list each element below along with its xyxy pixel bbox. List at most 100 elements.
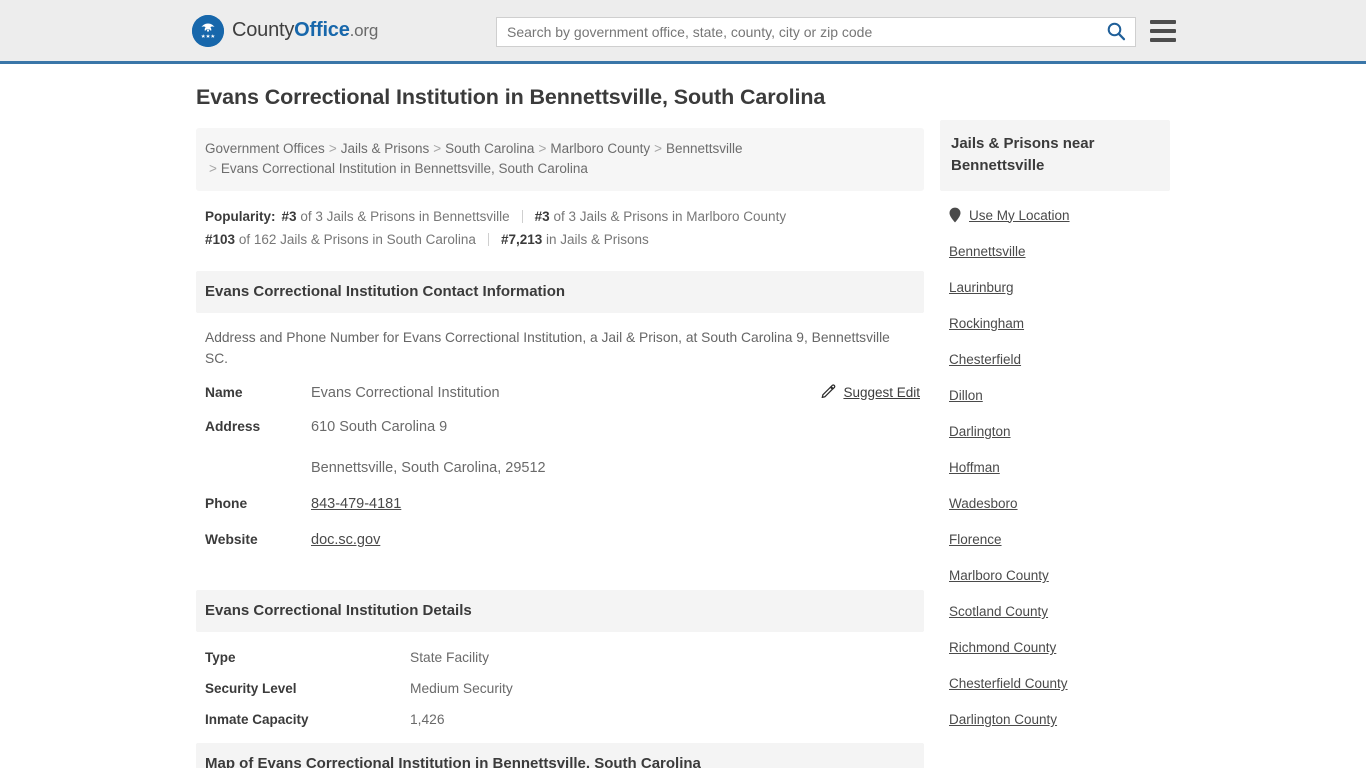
details-table: Type State Facility Security Level Mediu… <box>196 650 924 727</box>
breadcrumb-current: Evans Correctional Institution in Bennet… <box>220 161 588 176</box>
popularity-text: of 162 Jails & Prisons in South Carolina <box>238 232 476 247</box>
popularity-text: in Jails & Prisons <box>546 232 649 247</box>
site-header: CountyOffice.org <box>0 0 1366 64</box>
popularity-rank: #7,213 <box>500 232 543 247</box>
breadcrumb-separator: > <box>328 141 337 156</box>
search-bar[interactable] <box>496 17 1136 47</box>
suggest-edit-button[interactable]: Suggest Edit <box>821 383 920 401</box>
popularity-divider <box>487 233 489 246</box>
contact-label-name: Name <box>205 385 243 400</box>
sidebar-item-florence[interactable]: Florence <box>949 532 1170 547</box>
popularity-item-3: #103 of 162 Jails & Prisons in South Car… <box>205 232 476 247</box>
popularity-divider <box>521 210 523 223</box>
hamburger-menu-icon[interactable] <box>1150 20 1176 42</box>
sidebar-item-laurinburg[interactable]: Laurinburg <box>949 280 1170 295</box>
sidebar-item-bennettsville[interactable]: Bennettsville <box>949 244 1170 259</box>
sidebar-list: Use My Location Bennettsville Laurinburg… <box>940 207 1170 728</box>
popularity-rank: #103 <box>205 232 236 247</box>
website-link[interactable]: doc.sc.gov <box>311 532 380 548</box>
breadcrumb-item-bennettsville[interactable]: Bennettsville <box>666 141 743 156</box>
sidebar-item-chesterfield-county[interactable]: Chesterfield County <box>949 676 1170 691</box>
contact-section-header: Evans Correctional Institution Contact I… <box>196 271 924 313</box>
site-logo-text: CountyOffice.org <box>232 19 378 42</box>
sidebar-link[interactable]: Marlboro County <box>949 568 1049 583</box>
sidebar-item-wadesboro[interactable]: Wadesboro <box>949 496 1170 511</box>
map-pin-icon <box>949 207 961 223</box>
sidebar-link[interactable]: Bennettsville <box>949 244 1026 259</box>
sidebar-item-darlington-county[interactable]: Darlington County <box>949 712 1170 727</box>
breadcrumb-separator: > <box>654 141 663 156</box>
sidebar-link[interactable]: Laurinburg <box>949 280 1014 295</box>
breadcrumb-separator: > <box>433 141 442 156</box>
details-row-security-level: Security Level Medium Security <box>205 681 924 696</box>
contact-row-phone: Phone 843-479-4181 <box>205 494 924 514</box>
details-row-type: Type State Facility <box>205 650 924 665</box>
sidebar-item-hoffman[interactable]: Hoffman <box>949 460 1170 475</box>
hamburger-bar <box>1150 29 1176 33</box>
breadcrumb-item-marlboro-county[interactable]: Marlboro County <box>550 141 650 156</box>
popularity-block: Popularity: #3 of 3 Jails & Prisons in Be… <box>196 205 924 251</box>
use-my-location-link[interactable]: Use My Location <box>969 208 1070 223</box>
contact-value-name: Evans Correctional Institution <box>311 385 500 401</box>
contact-value-address: 610 South Carolina 9 Bennettsville, Sout… <box>311 417 546 478</box>
sidebar-link[interactable]: Hoffman <box>949 460 1000 475</box>
search-icon <box>1106 21 1126 44</box>
sidebar-link[interactable]: Rockingham <box>949 316 1024 331</box>
sidebar: Jails & Prisons near Bennettsville Use M… <box>940 120 1170 748</box>
page-title: Evans Correctional Institution in Bennet… <box>196 85 826 109</box>
phone-link[interactable]: 843-479-4181 <box>311 496 401 512</box>
sidebar-link[interactable]: Florence <box>949 532 1002 547</box>
edit-pencil-icon <box>821 383 836 401</box>
contact-row-name: Name Evans Correctional Institution <box>205 383 924 403</box>
contact-value-website: doc.sc.gov <box>311 530 380 550</box>
details-value-security-level: Medium Security <box>410 681 513 696</box>
logo-text-office: Office <box>294 19 350 41</box>
details-label-type: Type <box>205 650 236 665</box>
sidebar-item-marlboro-county[interactable]: Marlboro County <box>949 568 1170 583</box>
sidebar-link[interactable]: Chesterfield County <box>949 676 1068 691</box>
sidebar-link[interactable]: Chesterfield <box>949 352 1021 367</box>
popularity-rank: #3 <box>281 209 297 224</box>
suggest-edit-label: Suggest Edit <box>843 384 920 400</box>
contact-row-website: Website doc.sc.gov <box>205 530 924 550</box>
contact-info-table: Suggest Edit Name Evans Correctional Ins… <box>196 383 924 550</box>
sidebar-item-dillon[interactable]: Dillon <box>949 388 1170 403</box>
main-content: Evans Correctional Institution in Bennet… <box>196 85 924 768</box>
sidebar-link[interactable]: Scotland County <box>949 604 1048 619</box>
sidebar-link[interactable]: Richmond County <box>949 640 1056 655</box>
details-section-header: Evans Correctional Institution Details <box>196 590 924 632</box>
breadcrumb-separator: > <box>538 141 547 156</box>
breadcrumb-item-jails-prisons[interactable]: Jails & Prisons <box>341 141 430 156</box>
sidebar-link[interactable]: Wadesboro <box>949 496 1018 511</box>
details-label-security-level: Security Level <box>205 681 297 696</box>
sidebar-link[interactable]: Darlington <box>949 424 1011 439</box>
contact-row-address: Address 610 South Carolina 9 Bennettsvil… <box>205 417 924 478</box>
popularity-item-1: #3 of 3 Jails & Prisons in Bennettsville <box>282 209 510 224</box>
contact-address-line1: 610 South Carolina 9 <box>311 419 448 435</box>
search-button[interactable] <box>1097 18 1135 46</box>
popularity-label: Popularity: <box>205 209 276 224</box>
breadcrumb-separator: > <box>209 161 217 176</box>
popularity-rank: #3 <box>534 209 550 224</box>
contact-label-website: Website <box>205 532 258 547</box>
site-logo[interactable]: CountyOffice.org <box>192 14 378 47</box>
details-label-inmate-capacity: Inmate Capacity <box>205 712 309 727</box>
sidebar-item-rockingham[interactable]: Rockingham <box>949 316 1170 331</box>
sidebar-link[interactable]: Dillon <box>949 388 983 403</box>
details-value-inmate-capacity: 1,426 <box>410 712 445 727</box>
sidebar-item-chesterfield[interactable]: Chesterfield <box>949 352 1170 367</box>
sidebar-title: Jails & Prisons near Bennettsville <box>940 120 1170 191</box>
details-value-type: State Facility <box>410 650 489 665</box>
breadcrumb-item-south-carolina[interactable]: South Carolina <box>445 141 534 156</box>
sidebar-item-use-my-location[interactable]: Use My Location <box>949 207 1170 223</box>
breadcrumb-item-government-offices[interactable]: Government Offices <box>205 141 325 156</box>
sidebar-item-darlington[interactable]: Darlington <box>949 424 1170 439</box>
search-input[interactable] <box>497 18 1097 46</box>
sidebar-link[interactable]: Darlington County <box>949 712 1057 727</box>
sidebar-item-scotland-county[interactable]: Scotland County <box>949 604 1170 619</box>
contact-label-address: Address <box>205 419 261 434</box>
popularity-item-4: #7,213 in Jails & Prisons <box>501 232 649 247</box>
sidebar-item-richmond-county[interactable]: Richmond County <box>949 640 1170 655</box>
hamburger-bar <box>1150 38 1176 42</box>
popularity-text: of 3 Jails & Prisons in Marlboro County <box>553 209 787 224</box>
